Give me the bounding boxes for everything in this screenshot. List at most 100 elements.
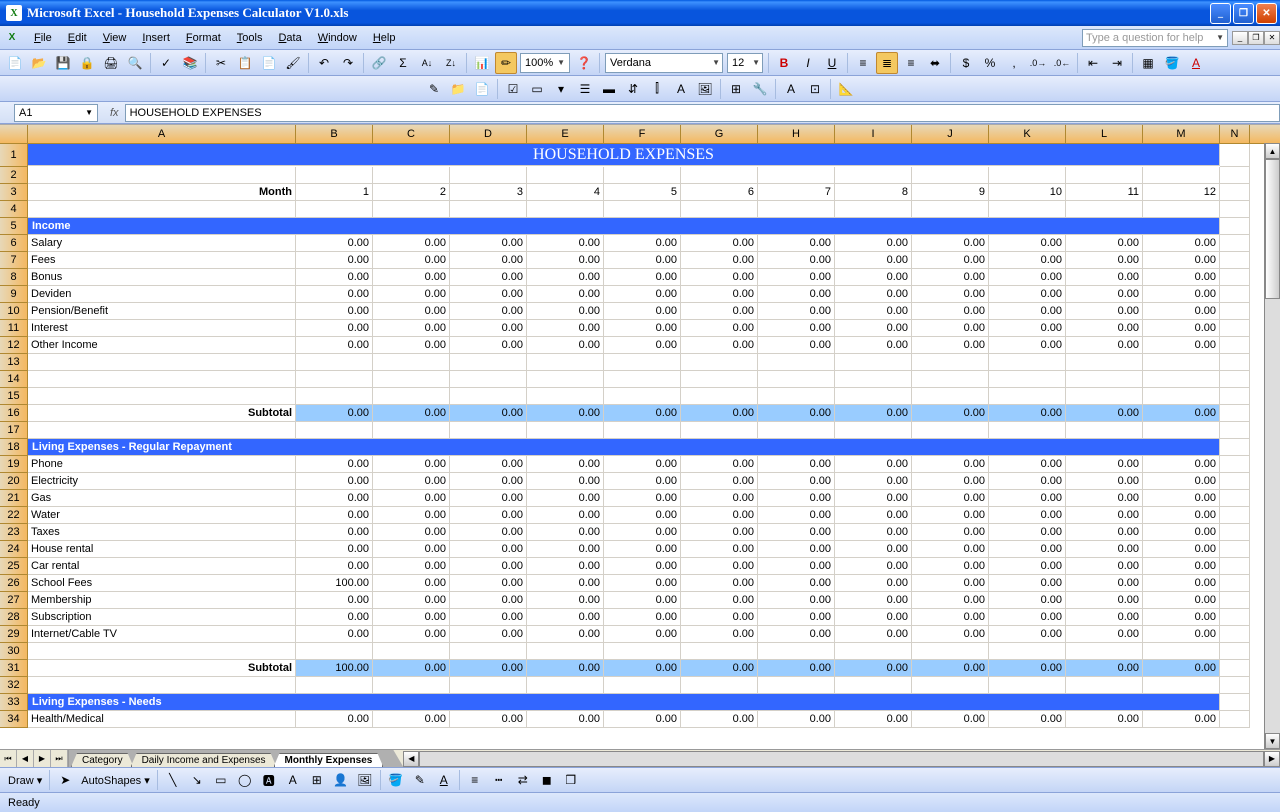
cell[interactable]: [1220, 592, 1250, 609]
cell[interactable]: [373, 422, 450, 439]
cell[interactable]: 0.00: [450, 609, 527, 626]
cell[interactable]: 0.00: [373, 711, 450, 728]
increase-decimal-icon[interactable]: .0→: [1027, 52, 1049, 74]
cell[interactable]: 0.00: [1143, 575, 1220, 592]
cell[interactable]: [527, 643, 604, 660]
cell[interactable]: 0.00: [758, 541, 835, 558]
cell[interactable]: 0.00: [758, 405, 835, 422]
cell[interactable]: [450, 201, 527, 218]
cell[interactable]: 0.00: [450, 337, 527, 354]
cell[interactable]: 0.00: [835, 626, 912, 643]
cell[interactable]: Subtotal: [28, 660, 296, 677]
cell[interactable]: [1220, 711, 1250, 728]
cell[interactable]: [28, 643, 296, 660]
cell[interactable]: 0.00: [1066, 286, 1143, 303]
cell[interactable]: 0.00: [835, 269, 912, 286]
tool-icon[interactable]: ✎: [423, 78, 445, 100]
cell[interactable]: 0.00: [681, 592, 758, 609]
cell[interactable]: [1220, 218, 1250, 235]
underline-icon[interactable]: U: [821, 52, 843, 74]
cell[interactable]: 0.00: [373, 558, 450, 575]
col-header-K[interactable]: K: [989, 125, 1066, 143]
cell[interactable]: [450, 354, 527, 371]
cell[interactable]: 0.00: [989, 337, 1066, 354]
currency-icon[interactable]: $: [955, 52, 977, 74]
cell[interactable]: 0.00: [912, 269, 989, 286]
cell[interactable]: [373, 371, 450, 388]
cell[interactable]: 0.00: [450, 558, 527, 575]
scroll-down-button[interactable]: ▼: [1265, 733, 1280, 749]
cell[interactable]: [373, 677, 450, 694]
increase-indent-icon[interactable]: ⇥: [1106, 52, 1128, 74]
cell[interactable]: 0.00: [681, 269, 758, 286]
cell[interactable]: [681, 354, 758, 371]
cell[interactable]: [1143, 677, 1220, 694]
cell[interactable]: [1220, 184, 1250, 201]
align-center-icon[interactable]: ≣: [876, 52, 898, 74]
cell[interactable]: [681, 677, 758, 694]
cell[interactable]: 0.00: [758, 592, 835, 609]
cell[interactable]: 0.00: [989, 558, 1066, 575]
chart-wizard-icon[interactable]: 📊: [471, 52, 493, 74]
cell[interactable]: [28, 354, 296, 371]
cell[interactable]: 0.00: [912, 235, 989, 252]
section-header[interactable]: Living Expenses - Regular Repayment: [28, 439, 1220, 456]
cell[interactable]: 0.00: [681, 609, 758, 626]
cell[interactable]: 0.00: [604, 235, 681, 252]
cell[interactable]: 0.00: [1143, 609, 1220, 626]
cell[interactable]: [296, 388, 373, 405]
cell[interactable]: 0.00: [604, 269, 681, 286]
cell[interactable]: 0.00: [1143, 524, 1220, 541]
cell[interactable]: 0.00: [989, 575, 1066, 592]
cell[interactable]: [604, 422, 681, 439]
menu-window[interactable]: Window: [310, 29, 365, 47]
cell[interactable]: [604, 677, 681, 694]
cell[interactable]: 0.00: [835, 541, 912, 558]
comma-icon[interactable]: ,: [1003, 52, 1025, 74]
print-icon[interactable]: 🖨: [100, 52, 122, 74]
cell[interactable]: 0.00: [1066, 592, 1143, 609]
cell[interactable]: 0.00: [1066, 524, 1143, 541]
cell[interactable]: [1220, 541, 1250, 558]
cell[interactable]: 0.00: [835, 575, 912, 592]
cell[interactable]: 0.00: [912, 320, 989, 337]
fill-color-icon[interactable]: 🪣: [1161, 52, 1183, 74]
cell[interactable]: Other Income: [28, 337, 296, 354]
cell[interactable]: 0.00: [1143, 456, 1220, 473]
cell[interactable]: 0.00: [373, 405, 450, 422]
toggle-icon[interactable]: ⊞: [725, 78, 747, 100]
cell[interactable]: [1220, 269, 1250, 286]
row-header[interactable]: 15: [0, 388, 28, 405]
cell[interactable]: 0.00: [989, 286, 1066, 303]
cell[interactable]: [1220, 337, 1250, 354]
cell[interactable]: 0.00: [604, 626, 681, 643]
cell[interactable]: [1220, 144, 1250, 167]
cell[interactable]: [989, 354, 1066, 371]
cell[interactable]: [1220, 303, 1250, 320]
sheet-tab[interactable]: Daily Income and Expenses: [131, 753, 277, 767]
cell[interactable]: 0.00: [912, 592, 989, 609]
row-header[interactable]: 4: [0, 201, 28, 218]
cell[interactable]: 5: [604, 184, 681, 201]
cell[interactable]: 0.00: [681, 660, 758, 677]
cell[interactable]: 0.00: [296, 320, 373, 337]
cell[interactable]: 0.00: [912, 286, 989, 303]
cell[interactable]: 0.00: [1066, 711, 1143, 728]
cell[interactable]: Internet/Cable TV: [28, 626, 296, 643]
cell[interactable]: 0.00: [450, 541, 527, 558]
cell[interactable]: 0.00: [527, 660, 604, 677]
cell[interactable]: [835, 422, 912, 439]
sheet-tab[interactable]: Monthly Expenses: [274, 753, 384, 767]
cell[interactable]: 0.00: [296, 711, 373, 728]
fx-icon[interactable]: fx: [110, 107, 119, 119]
row-header[interactable]: 14: [0, 371, 28, 388]
cell[interactable]: 0.00: [912, 558, 989, 575]
cell[interactable]: Car rental: [28, 558, 296, 575]
cell[interactable]: [1220, 439, 1250, 456]
cell[interactable]: [527, 677, 604, 694]
zoom-combo[interactable]: 100%▼: [520, 53, 570, 73]
help-search[interactable]: Type a question for help▼: [1082, 29, 1228, 47]
drawing-icon[interactable]: ✏: [495, 52, 517, 74]
cell[interactable]: [681, 388, 758, 405]
cell[interactable]: 0.00: [604, 660, 681, 677]
